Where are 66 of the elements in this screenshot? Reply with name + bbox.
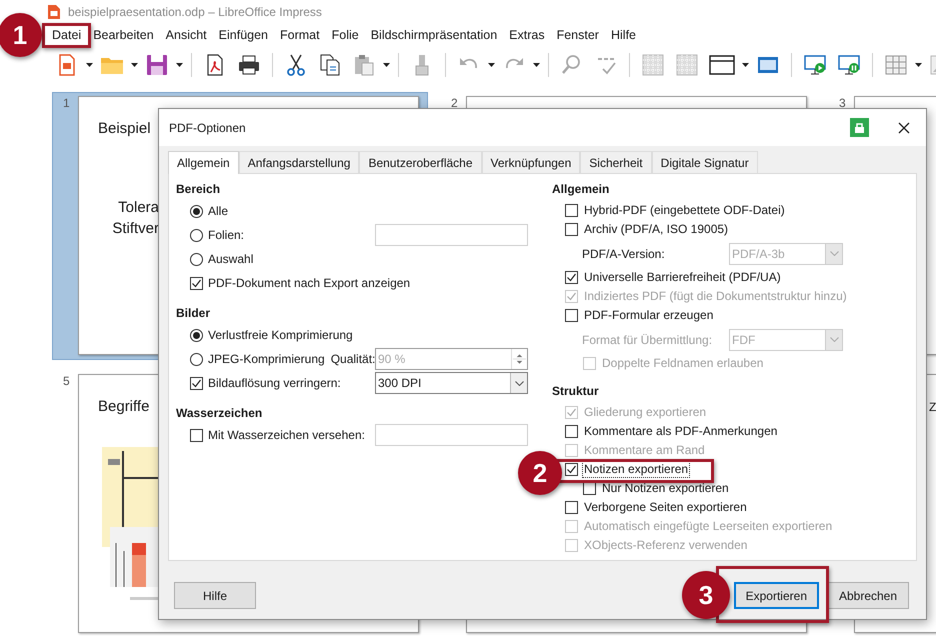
slide-number: 3 — [839, 96, 846, 110]
checkbox-label: XObjects-Referenz verwenden — [583, 538, 748, 553]
radio-label: Auswahl — [208, 251, 254, 268]
menu-item[interactable]: Bildschirmpräsentation — [364, 24, 504, 46]
slide-title: Begriffe — [98, 397, 150, 417]
dropdown-value: FDF — [731, 332, 756, 348]
tab[interactable]: Digitale Signatur — [652, 151, 758, 173]
dropdown-value: PDF/A-3b — [731, 246, 786, 262]
checkbox-label: Archiv (PDF/A, ISO 19005) — [583, 222, 730, 237]
section-heading: Struktur — [552, 383, 600, 399]
tab[interactable]: Benutzeroberfläche — [359, 151, 482, 173]
slide-number: 5 — [63, 374, 70, 388]
checkbox-label: Indiziertes PDF (fügt die Dokumentstruktur hinzu) — [583, 289, 848, 304]
checkbox-label: Gliederung exportieren — [583, 405, 708, 420]
radio-label: Alle — [208, 203, 228, 220]
tab[interactable]: Verknüpfungen — [482, 151, 580, 173]
checkbox-label: Doppelte Feldnamen erlauben — [601, 356, 764, 371]
checkbox-label: Kommentare als PDF-Anmerkungen — [583, 424, 778, 439]
menu-item[interactable]: Fenster — [550, 24, 605, 46]
radio-label: Verlustfreie Komprimierung — [208, 327, 353, 344]
slide-text: Stiftver — [112, 219, 159, 239]
slide-text: Tolera — [118, 198, 159, 218]
field-label: Qualität: — [330, 351, 376, 368]
dropdown[interactable]: 300 DPI — [375, 372, 528, 394]
checkbox-label: PDF-Formular erzeugen — [583, 308, 714, 323]
spin-value: 90 % — [377, 351, 406, 368]
tab[interactable]: Sicherheit — [580, 151, 652, 173]
field-label: Format für Übermittlung: — [582, 332, 712, 346]
tab[interactable]: Anfangsdarstellung — [238, 151, 360, 173]
section-heading: Bereich — [176, 181, 222, 197]
checkbox-label: Verborgene Seiten exportieren — [583, 500, 748, 515]
checkbox-label: Notizen exportieren — [583, 462, 690, 477]
menu-item[interactable]: Folie — [326, 24, 365, 46]
checkbox-label: Bildauflösung verringern: — [208, 375, 341, 392]
menu-item[interactable]: Extras — [503, 24, 551, 46]
step-badge: 1 — [0, 13, 42, 57]
menu-item[interactable]: Bearbeiten — [87, 24, 160, 46]
window-title: beispielpraesentation.odp – LibreOffice Impress — [68, 4, 322, 21]
dropdown-value: 300 DPI — [377, 375, 422, 392]
slide-title: Beispiel — [98, 119, 151, 139]
menu-item[interactable]: Ansicht — [160, 24, 213, 46]
checkbox-label: Hybrid-PDF (eingebettete ODF-Datei) — [583, 203, 786, 218]
slide-number: 2 — [451, 96, 458, 110]
checkbox-label: Automatisch eingefügte Leerseiten exportieren — [583, 519, 834, 534]
checkbox-label: Universelle Barrierefreiheit (PDF/UA) — [583, 270, 782, 285]
radio-label: JPEG-Komprimierung — [208, 351, 325, 368]
radio-label: Folien: — [208, 227, 244, 244]
checkbox-label: Kommentare am Rand — [583, 443, 706, 458]
menu-item[interactable]: Einfügen — [212, 24, 274, 46]
menu-item[interactable]: Format — [274, 24, 326, 46]
section-heading: Bilder — [176, 305, 212, 321]
dialog-title: PDF-Optionen — [169, 120, 246, 136]
export-button[interactable]: Exportieren — [734, 582, 819, 609]
menu-item[interactable]: Datei — [46, 24, 88, 46]
section-heading: Allgemein — [552, 181, 610, 197]
field-label: PDF/A-Version: — [582, 246, 665, 260]
checkbox-label: PDF-Dokument nach Export anzeigen — [208, 275, 410, 292]
tab[interactable]: Allgemein — [168, 151, 239, 174]
section-heading: Wasserzeichen — [176, 405, 264, 421]
cancel-button[interactable]: Abbrechen — [827, 582, 909, 609]
slide-title: Z — [929, 399, 936, 416]
checkbox-label: Nur Notizen exportieren — [601, 481, 730, 496]
slide-number: 1 — [63, 96, 70, 110]
help-button[interactable]: Hilfe — [174, 582, 256, 609]
checkbox-label: Mit Wasserzeichen versehen: — [208, 427, 365, 444]
menu-item[interactable]: Hilfe — [604, 24, 642, 46]
